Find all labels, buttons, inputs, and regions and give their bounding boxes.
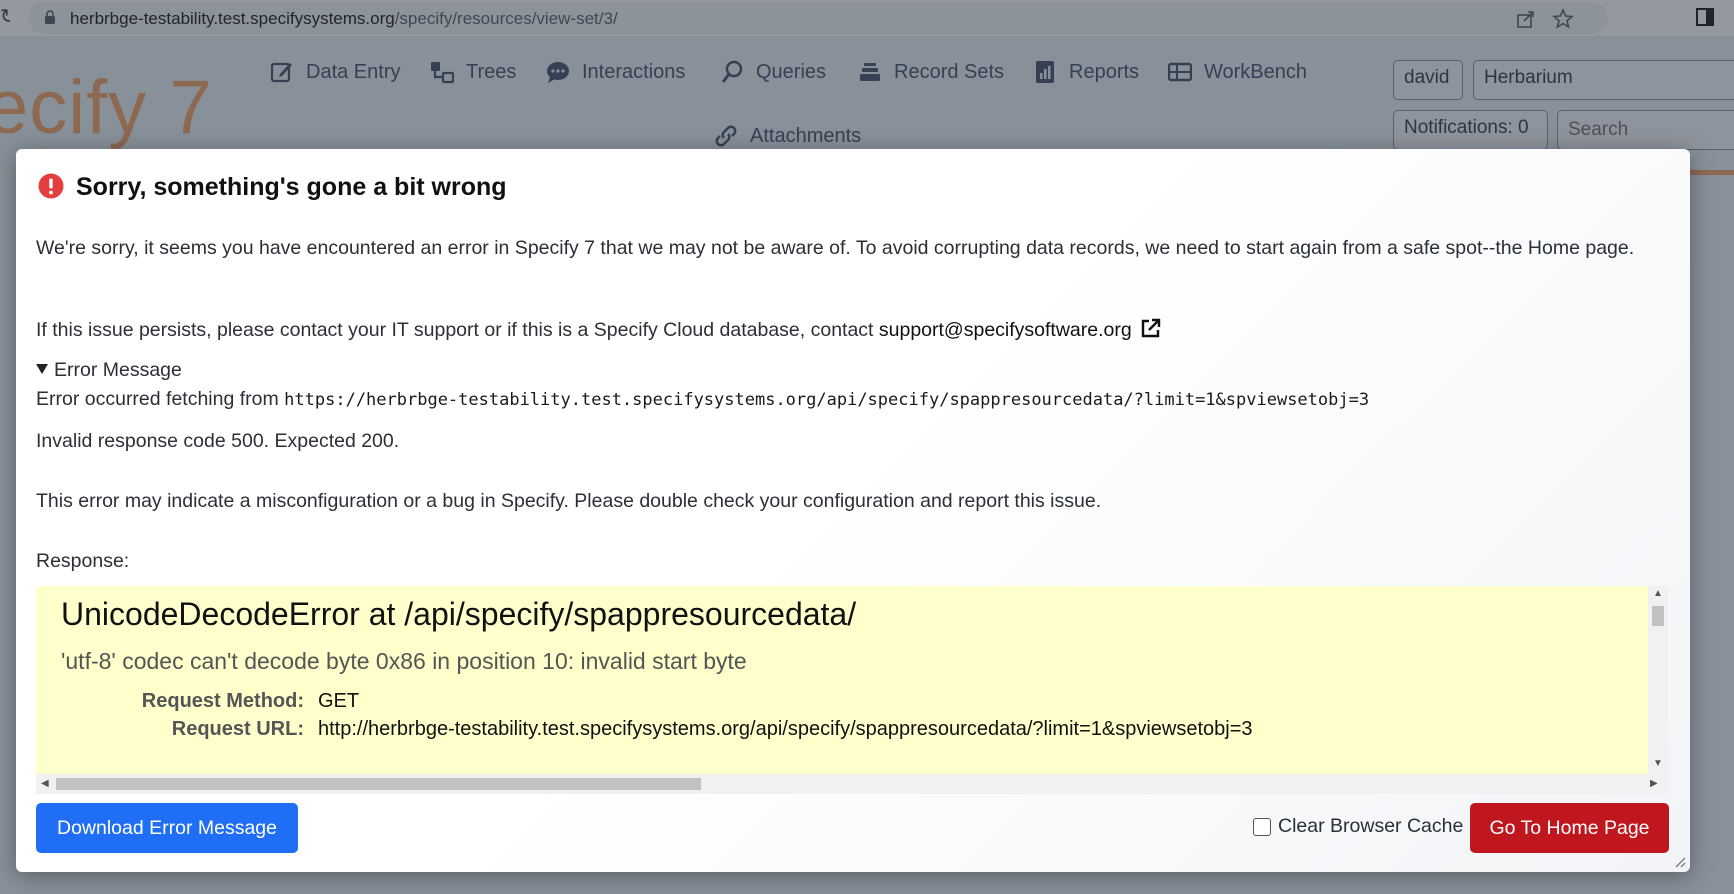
contact-text: If this issue persists, please contact y… [36, 317, 1162, 342]
request-url-value: http://herbrbge-testability.test.specify… [318, 718, 1253, 740]
contact-prefix: If this issue persists, please contact y… [36, 319, 879, 341]
misconfig-text: This error may indicate a misconfigurati… [36, 490, 1102, 512]
response-heading: UnicodeDecodeError at /api/specify/spapp… [61, 596, 857, 632]
fetch-prefix: Error occurred fetching from [36, 388, 285, 410]
resize-grip-icon[interactable] [1674, 856, 1686, 868]
error-message-summary: Error Message [54, 359, 182, 381]
response-vertical-scrollbar[interactable]: ▲ ▼ [1648, 586, 1668, 774]
triangle-down-icon [36, 364, 48, 374]
external-link-icon[interactable] [1140, 317, 1162, 339]
horizontal-scroll-thumb[interactable] [56, 778, 701, 790]
response-horizontal-scrollbar[interactable]: ◀ ▶ [36, 774, 1668, 794]
clear-cache-label: Clear Browser Cache [1278, 815, 1464, 837]
vertical-scroll-thumb[interactable] [1652, 606, 1664, 626]
go-home-button[interactable]: Go To Home Page [1470, 803, 1669, 853]
fetch-error-line: Error occurred fetching from https://her… [36, 388, 1369, 411]
error-exclamation-icon [38, 173, 64, 199]
response-label: Response: [36, 550, 130, 572]
scroll-up-arrow-icon[interactable]: ▲ [1653, 588, 1663, 599]
scroll-right-arrow-icon[interactable]: ▶ [1650, 778, 1658, 789]
intro-text: We're sorry, it seems you have encounter… [36, 237, 1635, 259]
download-error-button[interactable]: Download Error Message [36, 803, 298, 853]
support-email-link[interactable]: support@specifysoftware.org [879, 319, 1132, 341]
response-subheading: 'utf-8' codec can't decode byte 0x86 in … [61, 648, 747, 674]
clear-cache-option[interactable]: Clear Browser Cache [1253, 815, 1463, 838]
scroll-down-arrow-icon[interactable]: ▼ [1653, 758, 1663, 769]
response-frame[interactable]: UnicodeDecodeError at /api/specify/spapp… [36, 586, 1668, 774]
request-method-value: GET [318, 690, 360, 712]
fetch-url: https://herbrbge-testability.test.specif… [284, 390, 1370, 410]
clear-cache-checkbox[interactable] [1253, 817, 1271, 836]
scroll-left-arrow-icon[interactable]: ◀ [41, 778, 49, 789]
error-message-toggle[interactable]: Error Message [36, 359, 182, 382]
error-dialog: Sorry, something's gone a bit wrong We'r… [16, 149, 1690, 872]
invalid-code-text: Invalid response code 500. Expected 200. [36, 430, 400, 452]
dialog-title: Sorry, something's gone a bit wrong [76, 173, 507, 201]
